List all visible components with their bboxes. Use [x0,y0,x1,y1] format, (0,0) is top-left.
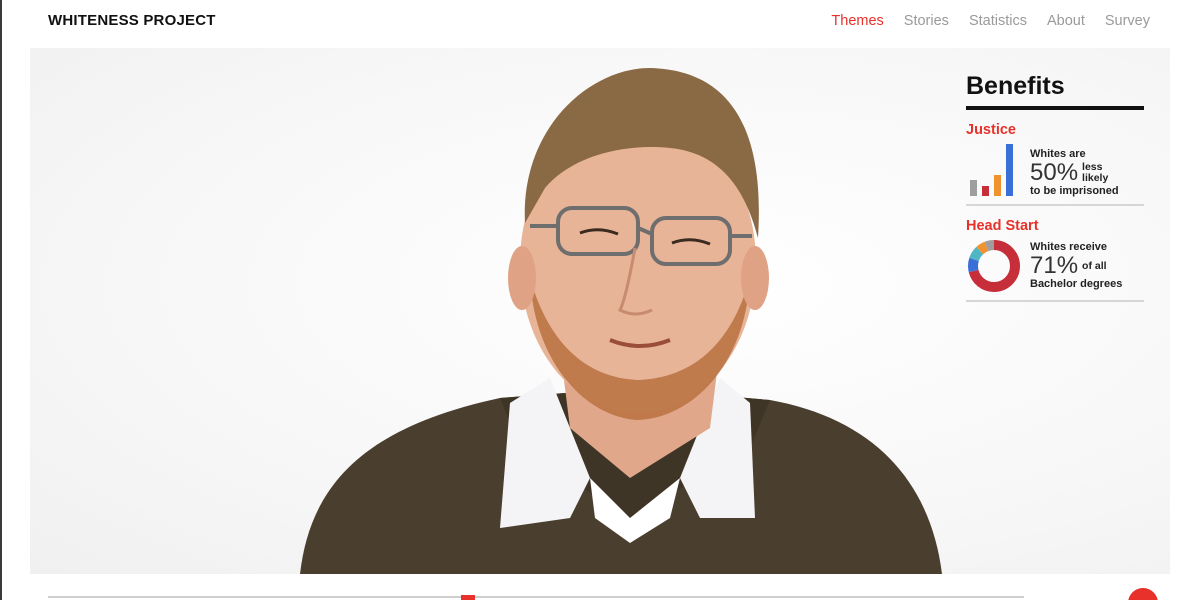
window-edge [0,0,2,600]
nav-item-themes[interactable]: Themes [831,13,883,29]
justice-bar [970,180,977,196]
justice-value: 50% [1030,159,1079,186]
justice-bar [1006,144,1013,196]
justice-side: less likely [1082,162,1108,184]
brand-logo[interactable]: WHITENESS PROJECT [48,12,216,29]
justice-bar [982,186,989,196]
video-progress-handle[interactable] [461,595,475,600]
section-headstart-heading[interactable]: Head Start [966,218,1144,234]
nav-item-statistics[interactable]: Statistics [969,13,1027,29]
play-button-icon[interactable] [1128,588,1158,600]
justice-line3: to be imprisoned [1030,185,1119,197]
stat-card-headstart[interactable]: Whites receive 71% of all Bachelor degre… [966,234,1144,302]
justice-bar-chart [970,144,1013,196]
headstart-value: 71% [1030,252,1079,279]
stat-card-justice[interactable]: Whites are 50% less likely to be impriso… [966,138,1144,206]
headstart-donut-chart [968,240,1020,292]
headstart-line3: Bachelor degrees [1030,278,1123,290]
justice-value-group: 50% less likely [1030,161,1119,185]
nav-item-survey[interactable]: Survey [1105,13,1150,29]
panel-title: Benefits [966,72,1144,110]
justice-bar [994,175,1001,196]
justice-side2: likely [1082,172,1109,184]
video-player[interactable]: Benefits Justice Whites are 50% less lik… [30,48,1170,574]
justice-stat-text: Whites are 50% less likely to be impriso… [1030,148,1119,198]
nav-item-stories[interactable]: Stories [904,13,949,29]
stats-panel: Benefits Justice Whites are 50% less lik… [966,72,1144,302]
site-header: WHITENESS PROJECT Themes Stories Statist… [2,0,1200,46]
headstart-value-group: 71% of all [1030,254,1122,278]
section-justice-heading[interactable]: Justice [966,122,1144,138]
video-progress-track[interactable] [48,596,1024,598]
nav-item-about[interactable]: About [1047,13,1085,29]
headstart-stat-text: Whites receive 71% of all Bachelor degre… [1030,241,1122,291]
headstart-side1: of all [1082,259,1107,272]
main-nav: Themes Stories Statistics About Survey [831,13,1150,29]
